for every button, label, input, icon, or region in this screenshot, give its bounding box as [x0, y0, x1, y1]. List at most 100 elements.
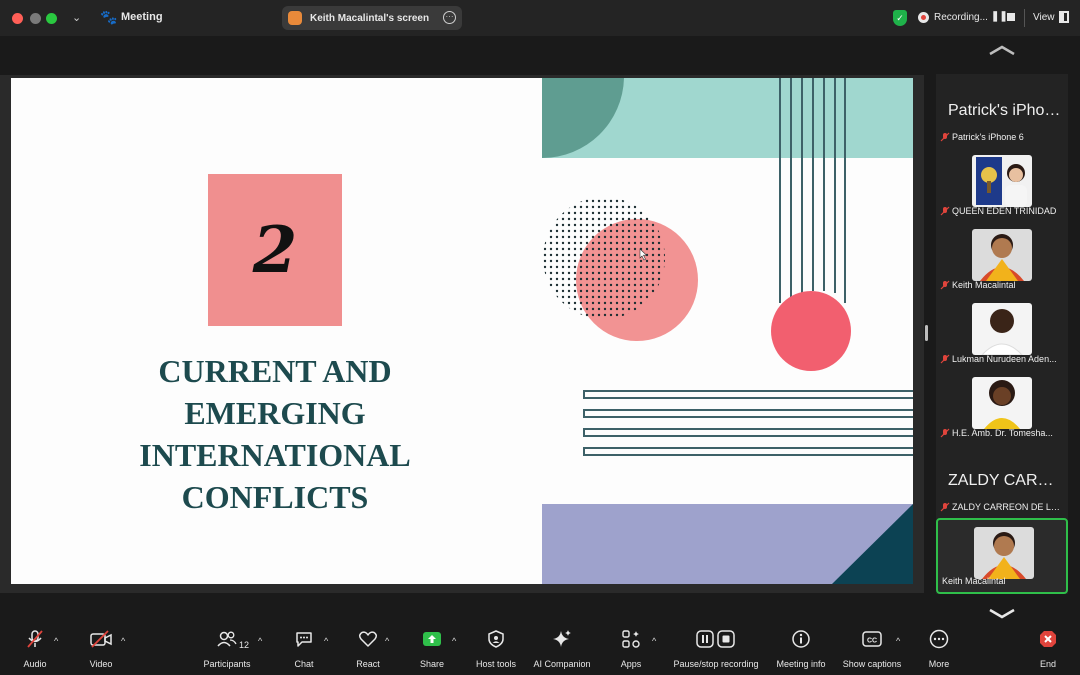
apps-button[interactable]: Apps [614, 628, 648, 675]
slide-title-line: INTERNATIONAL [139, 437, 411, 473]
more-label: More [928, 659, 950, 669]
chevron-down-icon[interactable]: ⌄ [72, 11, 81, 24]
participant-tile[interactable]: Patrick's iPhon... Patrick's iPhone 6 [936, 74, 1068, 148]
video-options-caret-icon[interactable]: ^ [121, 636, 125, 646]
audio-label: Audio [23, 659, 47, 669]
dotted-circle [543, 197, 665, 319]
participant-tile[interactable]: H.E. Amb. Dr. Tomesha... [936, 370, 1068, 444]
share-options-caret-icon[interactable]: ^ [452, 636, 456, 646]
participants-label: Participants [203, 659, 251, 669]
participant-display-name: Patrick's iPhon... [948, 102, 1063, 119]
minimize-window-button[interactable] [30, 13, 41, 24]
recording-status: Recording... [934, 12, 988, 23]
meeting-info-button[interactable]: Meeting info [772, 628, 830, 675]
host-shield-icon [488, 630, 504, 648]
muted-mic-icon [27, 630, 43, 648]
apps-options-caret-icon[interactable]: ^ [652, 636, 656, 646]
show-captions-button[interactable]: CC Show captions [840, 628, 904, 675]
info-icon [792, 630, 810, 648]
portrait-photo-4 [972, 377, 1032, 429]
slide-number: 2 [252, 212, 298, 288]
participant-display-name: ZALDY CARRE... [948, 472, 1063, 489]
share-label: Share [419, 659, 445, 669]
muted-mic-icon [940, 354, 950, 364]
ai-companion-button[interactable]: AI Companion [530, 628, 594, 675]
share-screen-icon [423, 632, 441, 646]
participants-button[interactable]: Participants [200, 628, 254, 675]
audio-options-caret-icon[interactable]: ^ [54, 636, 58, 646]
divider [1024, 9, 1025, 27]
slide-title-line: CURRENT AND [158, 353, 392, 389]
gallery-scroll-down-icon[interactable] [988, 608, 1016, 620]
pause-icon[interactable]: ❚❚ [991, 11, 1008, 22]
slide-number-box: 2 [208, 174, 342, 326]
participants-options-caret-icon[interactable]: ^ [258, 636, 262, 646]
share-button[interactable]: Share [416, 628, 448, 675]
end-icon [1040, 631, 1056, 647]
pause-stop-recording-button[interactable]: Pause/stop recording [670, 628, 762, 675]
muted-mic-icon [940, 132, 950, 142]
fullscreen-window-button[interactable] [46, 13, 57, 24]
stop-icon[interactable] [1007, 13, 1015, 21]
participants-count: 12 [239, 640, 250, 650]
more-button[interactable]: More [924, 628, 954, 675]
shared-screen-pill[interactable]: Keith Macalintal's screen ··· [282, 6, 462, 30]
screen-share-avatar-icon [288, 11, 302, 25]
participant-gallery: Patrick's iPhon... Patrick's iPhone 6 QU… [936, 74, 1068, 594]
paw-icon: 🐾 [100, 9, 118, 25]
apps-icon [622, 630, 640, 648]
muted-mic-icon [940, 502, 950, 512]
participant-tile[interactable]: ZALDY CARRE... ZALDY CARREON DE LE... [936, 444, 1068, 518]
participant-tile[interactable]: Keith Macalintal [936, 222, 1068, 296]
sparkle-icon [553, 630, 571, 647]
view-layout-icon[interactable] [1059, 11, 1069, 23]
slide-decoration [542, 78, 913, 584]
react-options-caret-icon[interactable]: ^ [385, 636, 389, 646]
view-button[interactable]: View [1033, 12, 1055, 23]
muted-mic-icon [940, 428, 950, 438]
record-dot-icon [918, 12, 929, 23]
chat-options-caret-icon[interactable]: ^ [324, 636, 328, 646]
heart-icon [358, 631, 378, 647]
participant-name: Patrick's iPhone 6 [952, 132, 1024, 142]
end-meeting-button[interactable]: End [1034, 628, 1062, 675]
video-off-icon [90, 630, 112, 648]
slide-title: CURRENT AND EMERGING INTERNATIONAL CONFL… [101, 350, 449, 518]
zoom-meeting-window: ⌄ 🐾 Meeting Keith Macalintal's screen ··… [0, 0, 1080, 675]
video-label: Video [89, 659, 113, 669]
muted-mic-icon [940, 206, 950, 216]
more-dots-icon [929, 629, 949, 649]
participant-name: Lukman Nurudeen Aden... [952, 354, 1057, 364]
resize-handle[interactable] [925, 325, 928, 341]
participant-tile[interactable]: Lukman Nurudeen Aden... [936, 296, 1068, 370]
participant-tile[interactable]: QUEEN EDEN TRINIDAD [936, 148, 1068, 222]
captions-options-caret-icon[interactable]: ^ [896, 636, 900, 646]
host-tools-button[interactable]: Host tools [470, 628, 522, 675]
chat-label: Chat [294, 659, 314, 669]
participant-name: H.E. Amb. Dr. Tomesha... [952, 428, 1053, 438]
audio-button[interactable]: Audio [16, 628, 54, 675]
portrait-photo-2 [974, 527, 1034, 579]
video-button[interactable]: Video [84, 628, 118, 675]
gallery-scroll-up-icon[interactable] [988, 44, 1016, 56]
more-icon[interactable]: ··· [443, 11, 456, 24]
horizontal-bars [583, 390, 913, 456]
title-bar: ⌄ 🐾 Meeting Keith Macalintal's screen ··… [0, 0, 1080, 36]
show-captions-label: Show captions [842, 659, 902, 669]
portrait-photo-2 [972, 229, 1032, 281]
react-button[interactable]: React [352, 628, 384, 675]
captions-icon: CC [862, 631, 882, 647]
chat-button[interactable]: Chat [288, 628, 320, 675]
host-tools-label: Host tools [475, 659, 517, 669]
active-speaker-tile[interactable]: Keith Macalintal [936, 518, 1068, 594]
shield-icon[interactable]: ✓ [893, 10, 907, 26]
close-window-button[interactable] [12, 13, 23, 24]
shared-screen-label: Keith Macalintal's screen [310, 12, 430, 24]
end-label: End [1039, 659, 1056, 669]
chat-icon [296, 632, 312, 647]
participant-name: Keith Macalintal [942, 576, 1006, 586]
slide-title-line: CONFLICTS [181, 479, 369, 515]
ai-companion-label: AI Companion [533, 659, 591, 669]
participants-icon [217, 631, 237, 647]
participant-name: Keith Macalintal [952, 280, 1016, 290]
